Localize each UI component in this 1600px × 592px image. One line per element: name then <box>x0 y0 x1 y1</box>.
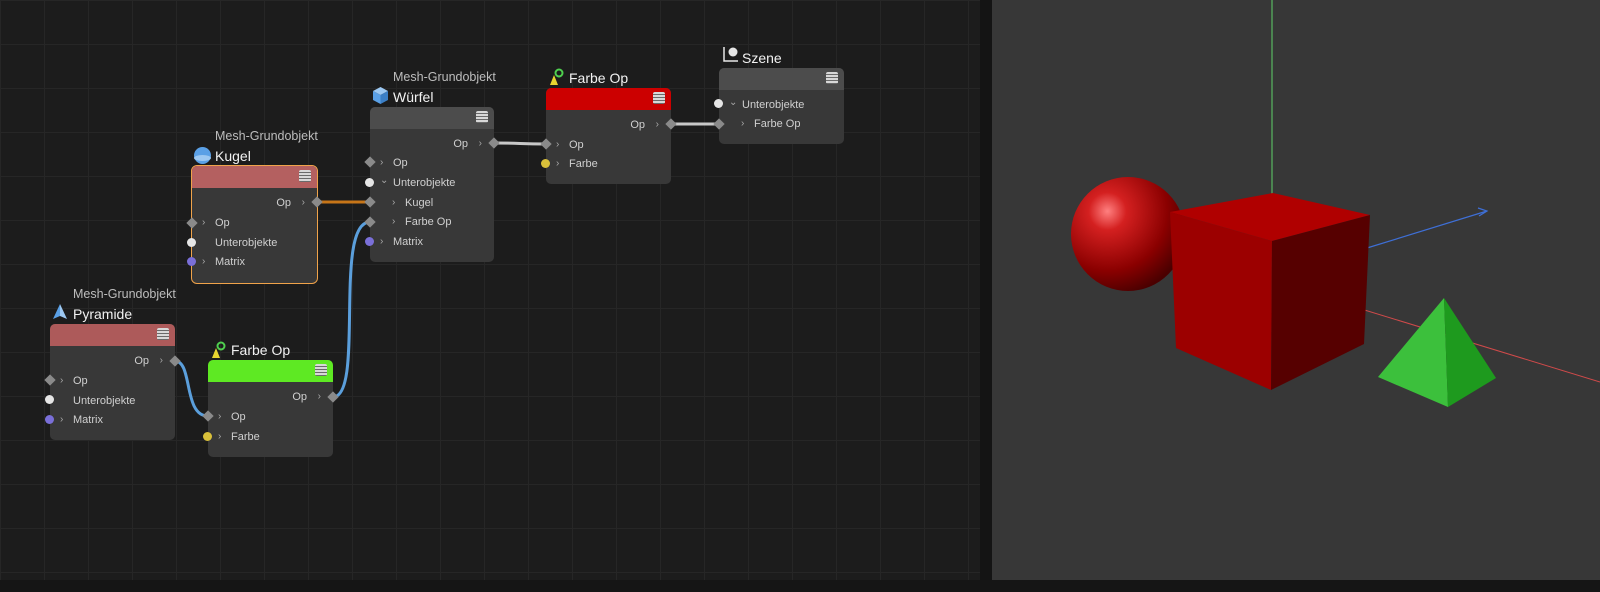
wuerfel-op-label: Op <box>393 157 408 169</box>
node-pyramide[interactable]: Op › › Op Unterobjekte › Matrix <box>50 324 175 440</box>
panel-divider[interactable] <box>980 0 992 592</box>
pyramid-icon <box>53 304 67 319</box>
chevron-right-icon[interactable]: › <box>160 355 163 366</box>
chevron-right-icon[interactable]: › <box>479 138 482 149</box>
farbe-green-farbe-label: Farbe <box>231 431 260 443</box>
chevron-right-icon[interactable]: › <box>556 139 559 150</box>
menu-icon[interactable] <box>299 170 311 182</box>
node-szene[interactable]: ⌄ Unterobjekte › Farbe Op <box>719 68 844 144</box>
chevron-right-icon[interactable]: › <box>318 391 321 402</box>
cube-icon <box>373 87 388 104</box>
farbe-red-out-label: Op <box>630 119 645 131</box>
pyramide-op-label: Op <box>73 375 88 387</box>
scene-icon <box>723 47 738 62</box>
kugel-children-port[interactable] <box>187 238 196 247</box>
z-axis <box>1366 210 1488 249</box>
menu-icon[interactable] <box>653 92 665 104</box>
chevron-right-icon[interactable]: › <box>218 431 221 442</box>
pyramide-subtitle: Mesh-Grundobjekt <box>73 287 176 301</box>
kugel-matrix-port[interactable] <box>187 257 196 266</box>
farbe-red-farbe-label: Farbe <box>569 158 598 170</box>
menu-icon[interactable] <box>826 72 838 84</box>
wuerfel-header[interactable] <box>370 107 494 129</box>
pyramide-children-port[interactable] <box>45 395 54 404</box>
farbe-green-header[interactable] <box>208 360 333 382</box>
szene-header[interactable] <box>719 68 844 90</box>
node-editor[interactable]: Mesh-Grundobjekt Kugel Op › › Op Unterob… <box>0 0 980 580</box>
node-wuerfel[interactable]: Op › › Op ⌄ Unterobjekte › Kugel › Farbe… <box>370 107 494 262</box>
red-sphere[interactable] <box>1071 177 1185 291</box>
farbe-green-op-label: Op <box>231 411 246 423</box>
chevron-right-icon[interactable]: › <box>60 414 63 425</box>
farbe-red-op-label: Op <box>569 139 584 151</box>
sphere-icon <box>194 147 211 164</box>
chevron-down-icon[interactable]: ⌄ <box>380 175 388 186</box>
wuerfel-children-label: Unterobjekte <box>393 177 456 189</box>
menu-icon[interactable] <box>476 111 488 123</box>
node-kugel[interactable]: Op › › Op Unterobjekte › Matrix <box>191 165 318 284</box>
pyramide-children-label: Unterobjekte <box>73 395 136 407</box>
pyramide-title: Pyramide <box>73 306 133 322</box>
wuerfel-matrix-port[interactable] <box>365 237 374 246</box>
wuerfel-subtitle: Mesh-Grundobjekt <box>393 70 496 84</box>
wire-farbe-green-to-wuerfel[interactable] <box>332 220 371 399</box>
wuerfel-matrix-label: Matrix <box>393 236 423 248</box>
green-pyramid[interactable] <box>1378 298 1496 407</box>
pyramide-matrix-port[interactable] <box>45 415 54 424</box>
chevron-right-icon[interactable]: › <box>392 197 395 208</box>
wire-pyramide-to-farbe-green[interactable] <box>174 359 209 418</box>
color-op-icon <box>550 68 564 85</box>
szene-child-farbe-label: Farbe Op <box>754 118 801 130</box>
kugel-matrix-label: Matrix <box>215 256 245 268</box>
menu-icon[interactable] <box>157 328 169 340</box>
wuerfel-out-label: Op <box>453 138 468 150</box>
chevron-right-icon[interactable]: › <box>380 236 383 247</box>
kugel-children-label: Unterobjekte <box>215 237 278 249</box>
farbe-green-out-label: Op <box>292 391 307 403</box>
3d-viewport[interactable] <box>992 0 1600 580</box>
chevron-right-icon[interactable]: › <box>741 118 744 129</box>
kugel-subtitle: Mesh-Grundobjekt <box>215 129 318 143</box>
szene-children-label: Unterobjekte <box>742 99 805 111</box>
chevron-right-icon[interactable]: › <box>202 256 205 267</box>
chevron-right-icon[interactable]: › <box>556 158 559 169</box>
chevron-down-icon[interactable]: ⌄ <box>729 97 737 108</box>
szene-children-port[interactable] <box>714 99 723 108</box>
pyramide-out-label: Op <box>134 355 149 367</box>
szene-title: Szene <box>742 50 782 66</box>
farbe-green-farbe-port[interactable] <box>203 432 212 441</box>
farbe-red-farbe-port[interactable] <box>541 159 550 168</box>
kugel-op-label: Op <box>215 217 230 229</box>
chevron-right-icon[interactable]: › <box>380 157 383 168</box>
kugel-out-label: Op <box>276 197 291 209</box>
chevron-right-icon[interactable]: › <box>656 119 659 130</box>
pyramide-matrix-label: Matrix <box>73 414 103 426</box>
node-farbe-op-red[interactable]: Op › › Op › Farbe <box>546 88 671 184</box>
wire-wuerfel-to-farbe-red[interactable] <box>493 141 547 146</box>
kugel-title: Kugel <box>215 148 251 164</box>
kugel-header[interactable] <box>192 166 317 188</box>
chevron-right-icon[interactable]: › <box>302 197 305 208</box>
pyramide-header[interactable] <box>50 324 175 346</box>
chevron-right-icon[interactable]: › <box>202 217 205 228</box>
wuerfel-title: Würfel <box>393 89 434 105</box>
wuerfel-child-farbe-label: Farbe Op <box>405 216 452 228</box>
chevron-right-icon[interactable]: › <box>392 216 395 227</box>
red-cube[interactable] <box>1170 193 1370 390</box>
wuerfel-child-kugel-label: Kugel <box>405 197 434 209</box>
chevron-right-icon[interactable]: › <box>218 411 221 422</box>
farbe-red-title: Farbe Op <box>569 70 629 86</box>
wuerfel-children-port[interactable] <box>365 178 374 187</box>
bottom-bar <box>0 580 1600 592</box>
chevron-right-icon[interactable]: › <box>60 375 63 386</box>
node-farbe-op-green[interactable]: Op › › Op › Farbe <box>208 360 333 457</box>
menu-icon[interactable] <box>315 364 327 376</box>
color-op-icon <box>212 341 226 358</box>
farbe-green-title: Farbe Op <box>231 342 291 358</box>
farbe-red-header[interactable] <box>546 88 671 110</box>
viewport-canvas <box>1071 0 1600 407</box>
